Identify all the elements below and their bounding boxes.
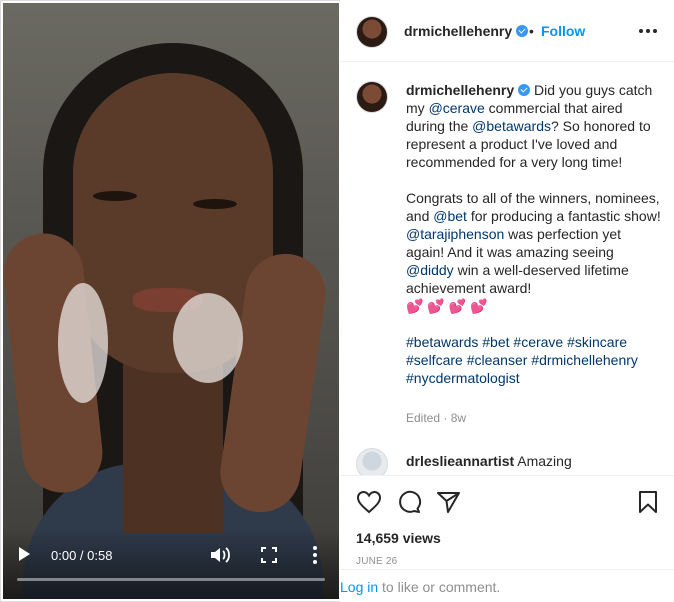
video-content-foam [58,283,108,403]
login-text: to like or comment. [378,579,501,595]
avatar[interactable] [356,448,388,475]
caption-paragraph-1: drmichellehenry Did you guys catch my @c… [406,81,662,171]
avatar[interactable] [356,16,388,48]
video-content-foam [173,293,243,383]
comments-list[interactable]: drmichellehenry Did you guys catch my @c… [340,63,674,475]
username-text[interactable]: drmichellehenry [404,23,512,39]
video-content-eye [193,199,237,209]
login-link[interactable]: Log in [340,579,378,595]
caption-text: for producing a fantastic show! [466,208,661,224]
video-player[interactable]: 0:00 / 0:58 [3,3,339,599]
mention-link[interactable]: @tarajiphenson [406,226,504,242]
comment-text: Amazing [514,453,572,469]
video-content-eye [93,191,137,201]
verified-icon [518,84,531,96]
more-options-icon[interactable] [639,29,657,33]
follow-button[interactable]: Follow [541,23,585,39]
play-icon[interactable] [19,547,30,561]
caption: drmichellehenry Did you guys catch my @c… [406,81,662,405]
comment-icon[interactable] [396,490,422,514]
paper-plane-icon[interactable] [436,490,462,514]
views-count[interactable]: 14,659 views [356,530,441,546]
verified-icon [516,25,529,37]
avatar[interactable] [356,81,388,113]
post-details: drmichellehenry • Follow drmichellehenry… [340,0,674,602]
mention-link[interactable]: @diddy [406,262,454,278]
video-more-icon[interactable] [312,545,318,565]
caption-paragraph-2: Congrats to all of the winners, nominees… [406,189,662,315]
fullscreen-icon[interactable] [261,547,277,563]
mention-link[interactable]: @bet [433,208,467,224]
hearts-emoji: 💕💕💕💕 [406,298,492,314]
video-time: 0:00 / 0:58 [51,548,113,563]
volume-icon[interactable] [209,545,231,565]
header-username[interactable]: drmichellehenry [404,23,529,39]
comment-username[interactable]: drleslieannartist [406,453,514,469]
video-controls: 0:00 / 0:58 [3,529,339,599]
post-date: JUNE 26 [356,556,398,567]
post-header: drmichellehenry • Follow [340,0,674,62]
comment-item: drleslieannartist Amazing [406,453,572,469]
caption-username[interactable]: drmichellehenry [406,82,514,98]
caption-hashtags[interactable]: #betawards #bet #cerave #skincare #selfc… [406,333,662,387]
video-progress-bar[interactable] [17,578,325,581]
bookmark-icon[interactable] [636,490,662,514]
login-prompt: Log in to like or comment. [340,569,674,602]
action-bar [340,475,674,525]
separator-dot: • [529,23,534,39]
mention-link[interactable]: @cerave [429,100,485,116]
mention-link[interactable]: @betawards [472,118,551,134]
edited-timestamp: Edited · 8w [406,411,467,425]
heart-icon[interactable] [356,490,382,514]
